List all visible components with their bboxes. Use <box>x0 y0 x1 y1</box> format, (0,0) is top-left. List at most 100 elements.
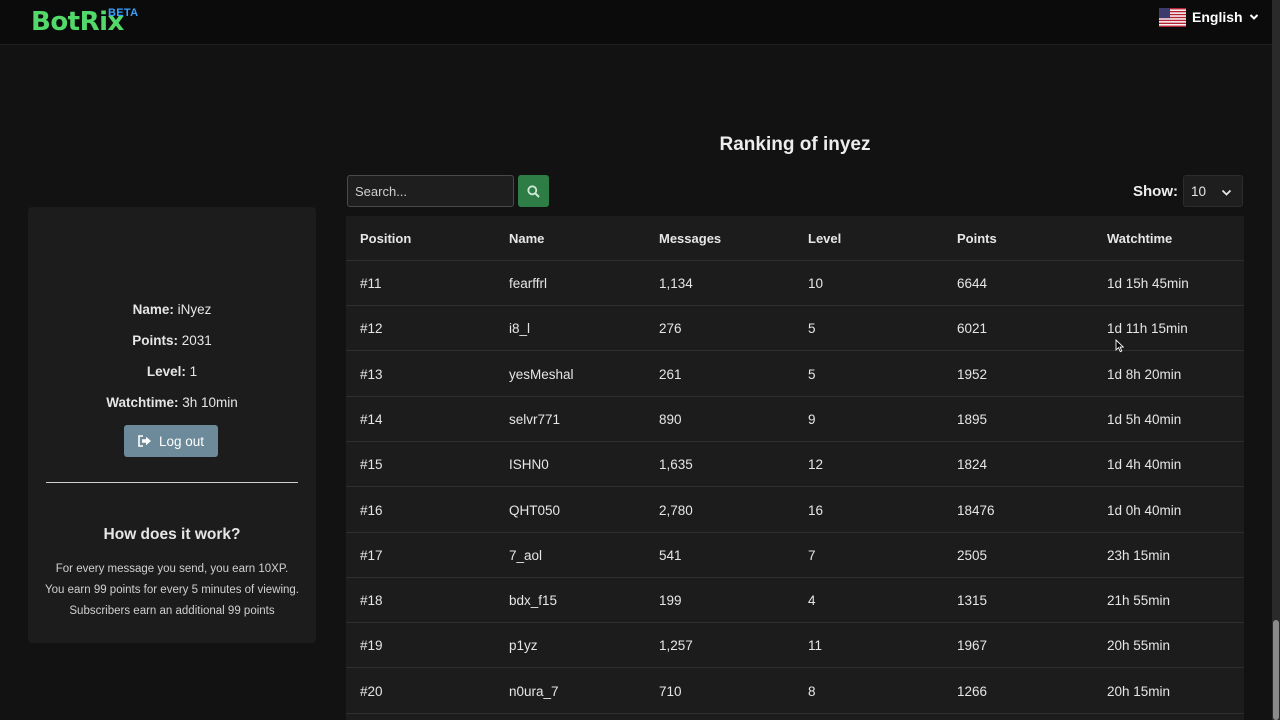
name-value: iNyez <box>177 302 212 317</box>
table-row: #16 QHT050 2,780 16 18476 1d 0h 40min <box>346 488 1244 533</box>
cell-points: 6644 <box>957 276 988 291</box>
table-row: #14 selvr771 890 9 1895 1d 5h 40min <box>346 397 1244 442</box>
cell-name: n0ura_7 <box>509 683 559 699</box>
cell-messages: 276 <box>659 321 682 337</box>
cell-name: fearffrl <box>509 276 548 291</box>
cell-name: 7_aol <box>509 547 543 563</box>
column-header-messages[interactable]: Messages <box>659 216 721 261</box>
cell-level: 7 <box>808 547 816 563</box>
language-label: English <box>1192 9 1243 25</box>
cell-position: #12 <box>360 321 383 337</box>
cell-level: 9 <box>808 411 816 427</box>
page-title: Ranking of inyez <box>719 134 871 155</box>
cell-messages: 710 <box>659 683 682 699</box>
cell-messages: 890 <box>659 411 682 427</box>
level-label: Level: <box>146 364 186 379</box>
table-row: #11 fearffrl 1,134 10 6644 1d 15h 45min <box>346 261 1244 306</box>
cell-watchtime: 20h 55min <box>1107 638 1171 654</box>
cell-level: 16 <box>808 502 824 518</box>
how-it-works-title: How does it work? <box>103 526 241 543</box>
cell-position: #19 <box>360 638 383 654</box>
cell-points: 6021 <box>957 321 988 337</box>
cell-points: 1967 <box>957 638 988 654</box>
cell-position: #18 <box>360 593 383 609</box>
cell-messages: 261 <box>659 366 682 382</box>
card-divider <box>46 482 298 483</box>
how-line-2: You earn 99 points for every 5 minutes o… <box>45 584 299 596</box>
cell-points: 1895 <box>957 411 988 427</box>
cell-level: 4 <box>808 593 816 609</box>
navbar: BotRix BETA English <box>0 0 1272 45</box>
cell-messages: 541 <box>659 547 682 563</box>
column-header-name[interactable]: Name <box>509 216 544 261</box>
cell-level: 12 <box>808 457 824 473</box>
cell-position: #16 <box>360 502 383 518</box>
table-header: Position Name Messages Level Points Watc… <box>346 216 1244 261</box>
cell-level: 10 <box>808 276 824 291</box>
sign-out-icon <box>138 435 151 447</box>
us-flag-icon <box>1159 7 1186 27</box>
table-row: #15 ISHN0 1,635 12 1824 1d 4h 40min <box>346 442 1244 488</box>
cell-position: #17 <box>360 547 383 563</box>
table-row: #12 i8_l 276 5 6021 1d 11h 15min <box>346 306 1244 352</box>
cell-name: selvr771 <box>509 411 561 427</box>
search-icon <box>527 184 540 198</box>
chevron-down-icon <box>1221 189 1232 196</box>
table-row: #18 bdx_f15 199 4 1315 21h 55min <box>346 578 1244 624</box>
logout-label: Log out <box>158 433 205 449</box>
cell-watchtime: 21h 55min <box>1107 593 1171 609</box>
cell-level: 5 <box>808 366 816 382</box>
profile-level: Level: 1 <box>28 364 316 379</box>
cell-position: #14 <box>360 411 383 427</box>
cell-messages: 199 <box>659 593 682 609</box>
how-line-1: For every message you send, you earn 10X… <box>55 563 289 575</box>
cell-messages: 1,635 <box>659 457 693 473</box>
cell-watchtime: 1d 4h 40min <box>1107 457 1182 473</box>
points-label: Points: <box>132 333 178 348</box>
profile-card: Name: iNyez Points: 2031 Level: 1 Watcht… <box>28 207 316 643</box>
mouse-cursor-icon <box>1115 339 1124 353</box>
logout-button[interactable]: Log out <box>124 425 218 457</box>
cell-watchtime: 1d 15h 45min <box>1107 276 1189 291</box>
table-row: #17 7_aol 541 7 2505 23h 15min <box>346 533 1244 578</box>
cell-watchtime: 1d 0h 40min <box>1107 502 1182 518</box>
cell-name: QHT050 <box>509 502 561 518</box>
cell-messages: 2,780 <box>659 502 693 518</box>
column-header-watchtime[interactable]: Watchtime <box>1107 216 1172 261</box>
cell-points: 1952 <box>957 366 988 382</box>
language-selector[interactable]: English <box>1159 6 1259 28</box>
cell-position: #15 <box>360 457 383 473</box>
level-value: 1 <box>189 364 198 379</box>
cell-points: 1266 <box>957 683 988 699</box>
cell-level: 8 <box>808 683 816 699</box>
cell-position: #13 <box>360 366 383 382</box>
table-row: #19 p1yz 1,257 11 1967 20h 55min <box>346 623 1244 669</box>
search-button[interactable] <box>518 175 549 207</box>
cell-watchtime: 1d 5h 40min <box>1107 411 1182 427</box>
table-row: #13 yesMeshal 261 5 1952 1d 8h 20min <box>346 352 1244 397</box>
show-entries-select[interactable]: 10 <box>1183 175 1243 207</box>
cell-watchtime: 20h 15min <box>1107 683 1171 699</box>
cell-position: #11 <box>360 276 382 291</box>
table-row: #20 n0ura_7 710 8 1266 20h 15min <box>346 669 1244 714</box>
column-header-position[interactable]: Position <box>360 216 411 261</box>
name-label: Name: <box>132 302 174 317</box>
cell-points: 2505 <box>957 547 988 563</box>
cell-level: 5 <box>808 321 816 337</box>
column-header-points[interactable]: Points <box>957 216 997 261</box>
show-label: Show: <box>1133 183 1178 200</box>
cell-name: ISHN0 <box>509 457 549 473</box>
cell-level: 11 <box>808 638 823 654</box>
ranking-table: Position Name Messages Level Points Watc… <box>346 216 1244 720</box>
watchtime-label: Watchtime: <box>106 395 179 410</box>
cell-name: bdx_f15 <box>509 593 558 609</box>
beta-badge: BETA <box>108 7 139 19</box>
page-scrollbar[interactable] <box>1272 0 1280 720</box>
column-header-level[interactable]: Level <box>808 216 841 261</box>
cell-name: p1yz <box>509 638 538 654</box>
cell-name: i8_l <box>509 321 531 337</box>
scrollbar-thumb[interactable] <box>1273 620 1279 720</box>
search-input[interactable] <box>347 175 514 207</box>
cell-watchtime: 1d 8h 20min <box>1107 366 1182 382</box>
profile-name: Name: iNyez <box>28 302 316 317</box>
